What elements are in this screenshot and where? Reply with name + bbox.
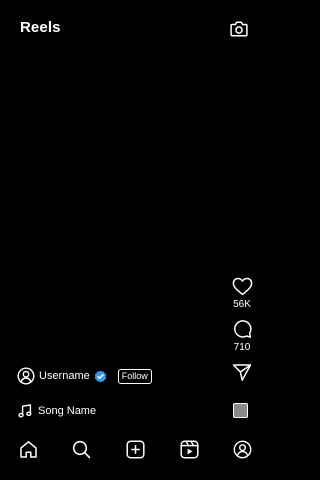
heart-icon [232,277,252,295]
user-circle-icon [17,367,35,385]
reels-icon [179,439,199,459]
avatar[interactable] [17,367,35,385]
follow-button[interactable]: Follow [117,368,152,384]
home-icon [19,440,37,458]
comment-button[interactable] [231,318,253,340]
nav-reels[interactable] [178,438,200,460]
comment-icon [234,320,252,338]
like-button[interactable] [231,275,253,297]
music-note-icon [18,404,32,418]
audio-thumbnail[interactable] [233,403,248,418]
bottom-nav [0,429,270,469]
camera-icon [230,20,248,36]
post-author: Username Follow [17,366,152,386]
search-icon [72,440,90,458]
paper-plane-icon [232,363,252,381]
plus-square-icon [125,439,145,459]
username[interactable]: Username [39,369,90,383]
verified-badge-icon [94,369,107,383]
profile-icon [233,440,251,458]
nav-home[interactable] [17,438,39,460]
comments-count: 710 [233,342,251,353]
share-group [226,361,258,383]
nav-create[interactable] [124,438,146,460]
reels-screen: Reels 56K 710 Username Follow Song Name [0,0,270,480]
song-name: Song Name [38,405,97,417]
likes-count: 56K [233,299,251,310]
camera-button[interactable] [229,18,249,38]
nav-profile[interactable] [231,438,253,460]
page-title: Reels [20,19,61,36]
nav-search[interactable] [70,438,92,460]
like-group: 56K [226,275,258,311]
comment-group: 710 [226,318,258,354]
audio-info[interactable]: Song Name [18,402,96,420]
share-button[interactable] [231,361,253,383]
